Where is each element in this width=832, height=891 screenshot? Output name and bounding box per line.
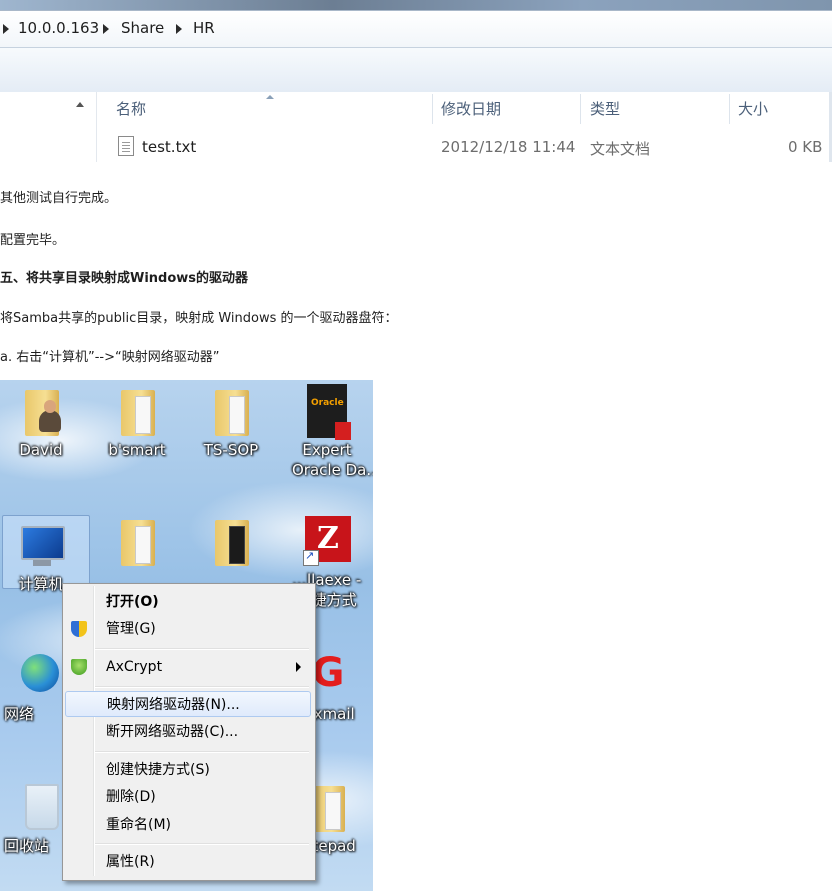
text-file-icon[interactable] xyxy=(118,136,134,156)
desktop-icon-folder[interactable] xyxy=(102,514,172,570)
menu-item-label: 打开(O) xyxy=(106,594,159,610)
folder-icon xyxy=(209,384,253,440)
address-bar[interactable]: 10.0.0.163 Share HR xyxy=(0,10,832,48)
desktop-icon-bsmart[interactable]: b'smart xyxy=(102,384,172,460)
explorer-window: 10.0.0.163 Share HR 名称 修改日期 类型 大小 test.t… xyxy=(0,0,832,162)
filezilla-icon: Z xyxy=(303,514,351,570)
folder-icon xyxy=(209,514,253,570)
paragraph-other-tests: 其他测试自行完成。 xyxy=(0,191,118,206)
desktop-icon-david[interactable]: David xyxy=(6,384,76,460)
menu-separator xyxy=(95,648,309,649)
menu-item-create-shortcut[interactable]: 创建快捷方式(S) xyxy=(65,757,311,783)
menu-item-label: 创建快捷方式(S) xyxy=(106,762,210,778)
file-name[interactable]: test.txt xyxy=(142,138,196,156)
column-header-name[interactable]: 名称 xyxy=(116,92,146,126)
command-bar xyxy=(0,48,832,93)
desktop-icon-label: David xyxy=(19,441,63,459)
chevron-right-icon[interactable] xyxy=(103,24,109,34)
menu-item-map-network-drive[interactable]: 映射网络驱动器(N)... xyxy=(65,691,311,717)
sort-ascending-icon xyxy=(266,95,274,99)
folder-icon xyxy=(115,384,159,440)
menu-item-label: 管理(G) xyxy=(106,621,156,637)
chevron-right-icon[interactable] xyxy=(3,24,9,34)
menu-separator xyxy=(95,751,309,752)
paragraph-map-intro: 将Samba共享的public目录，映射成 Windows 的一个驱动器盘符： xyxy=(0,311,398,326)
menu-item-axcrypt[interactable]: AxCrypt xyxy=(65,654,311,680)
breadcrumb-host[interactable]: 10.0.0.163 xyxy=(18,19,99,37)
context-menu: 打开(O) 管理(G) AxCrypt 映射网络驱动器(N)... 断开网络驱动… xyxy=(62,583,316,881)
file-list: 名称 修改日期 类型 大小 test.txt 2012/12/18 11:44 … xyxy=(0,92,832,162)
paragraph-config-done: 配置完毕。 xyxy=(0,233,66,248)
column-divider[interactable] xyxy=(729,94,730,124)
folder-icon xyxy=(115,514,159,570)
menu-item-label: AxCrypt xyxy=(106,659,163,675)
desktop-icon-label: Expert xyxy=(302,441,352,459)
submenu-arrow-icon xyxy=(296,662,301,672)
breadcrumb-share[interactable]: Share xyxy=(121,19,164,37)
column-divider[interactable] xyxy=(432,94,433,124)
menu-separator xyxy=(95,686,309,687)
titlebar-strip xyxy=(0,0,832,10)
desktop-icon-folder-dark[interactable] xyxy=(196,514,266,570)
breadcrumb-hr[interactable]: HR xyxy=(193,19,215,37)
desktop-icon-label: TS-SOP xyxy=(203,441,259,459)
file-modified: 2012/12/18 11:44 xyxy=(441,138,576,156)
scroll-up-icon[interactable] xyxy=(76,102,84,107)
menu-item-rename[interactable]: 重命名(M) xyxy=(65,812,311,838)
menu-item-label: 删除(D) xyxy=(106,789,156,805)
navigation-pane[interactable] xyxy=(0,92,97,162)
desktop-icon-tssop[interactable]: TS-SOP xyxy=(196,384,266,460)
axcrypt-icon xyxy=(71,659,87,675)
menu-item-label: 属性(R) xyxy=(106,854,155,870)
menu-item-disconnect-network-drive[interactable]: 断开网络驱动器(C)... xyxy=(65,719,311,745)
column-header-type[interactable]: 类型 xyxy=(590,92,620,126)
column-header-modified[interactable]: 修改日期 xyxy=(441,92,501,126)
desktop-icon-label: b'smart xyxy=(108,441,166,459)
pdf-book-icon: Oracle xyxy=(305,384,351,440)
uac-shield-icon xyxy=(71,621,87,637)
menu-item-label: 断开网络驱动器(C)... xyxy=(106,724,239,740)
recycle-bin-icon xyxy=(17,780,61,836)
column-header-size[interactable]: 大小 xyxy=(738,92,768,126)
shortcut-arrow-icon xyxy=(303,549,319,566)
desktop-icon-expert-oracle[interactable]: Oracle Expert Oracle Da... xyxy=(292,384,373,480)
menu-item-delete[interactable]: 删除(D) xyxy=(65,784,311,810)
menu-item-properties[interactable]: 属性(R) xyxy=(65,849,311,875)
chevron-right-icon[interactable] xyxy=(176,24,182,34)
network-globe-icon xyxy=(17,648,61,704)
menu-item-manage[interactable]: 管理(G) xyxy=(65,616,311,642)
menu-item-open[interactable]: 打开(O) xyxy=(65,589,311,615)
column-divider[interactable] xyxy=(580,94,581,124)
menu-item-label: 重命名(M) xyxy=(106,817,172,833)
menu-separator xyxy=(95,843,309,844)
menu-item-label: 映射网络驱动器(N)... xyxy=(107,697,240,713)
user-folder-icon xyxy=(19,384,63,440)
paragraph-step-a: a. 右击“计算机”-->“映射网络驱动器” xyxy=(0,350,220,365)
desktop-icon-label-line2: Oracle Da... xyxy=(292,461,373,479)
section-heading: 五、将共享目录映射成Windows的驱动器 xyxy=(0,271,249,286)
file-type: 文本文档 xyxy=(590,140,651,158)
computer-icon xyxy=(19,518,65,574)
file-size: 0 KB xyxy=(788,138,823,156)
